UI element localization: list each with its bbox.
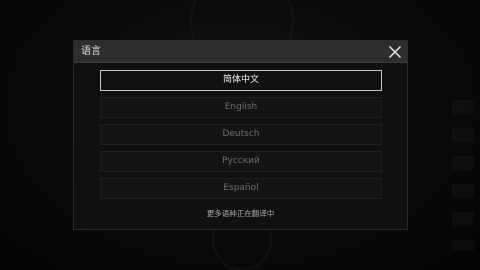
translation-note: 更多语种正在翻译中 <box>206 209 275 218</box>
game-screen: 语言 简体中文 English Deutsch Русский Español … <box>0 0 480 270</box>
dialog-header: 语言 <box>74 41 407 63</box>
language-option-simplified-chinese[interactable]: 简体中文 <box>100 70 382 91</box>
dialog-title: 语言 <box>81 46 101 57</box>
language-list: 简体中文 English Deutsch Русский Español <box>100 70 382 205</box>
language-option-espanol[interactable]: Español <box>100 178 382 199</box>
language-option-english[interactable]: English <box>100 97 382 118</box>
language-option-deutsch[interactable]: Deutsch <box>100 124 382 145</box>
close-x-icon <box>389 46 401 58</box>
language-dialog: 语言 简体中文 English Deutsch Русский Español … <box>73 40 408 230</box>
language-option-russian[interactable]: Русский <box>100 151 382 172</box>
close-button[interactable] <box>387 44 403 60</box>
